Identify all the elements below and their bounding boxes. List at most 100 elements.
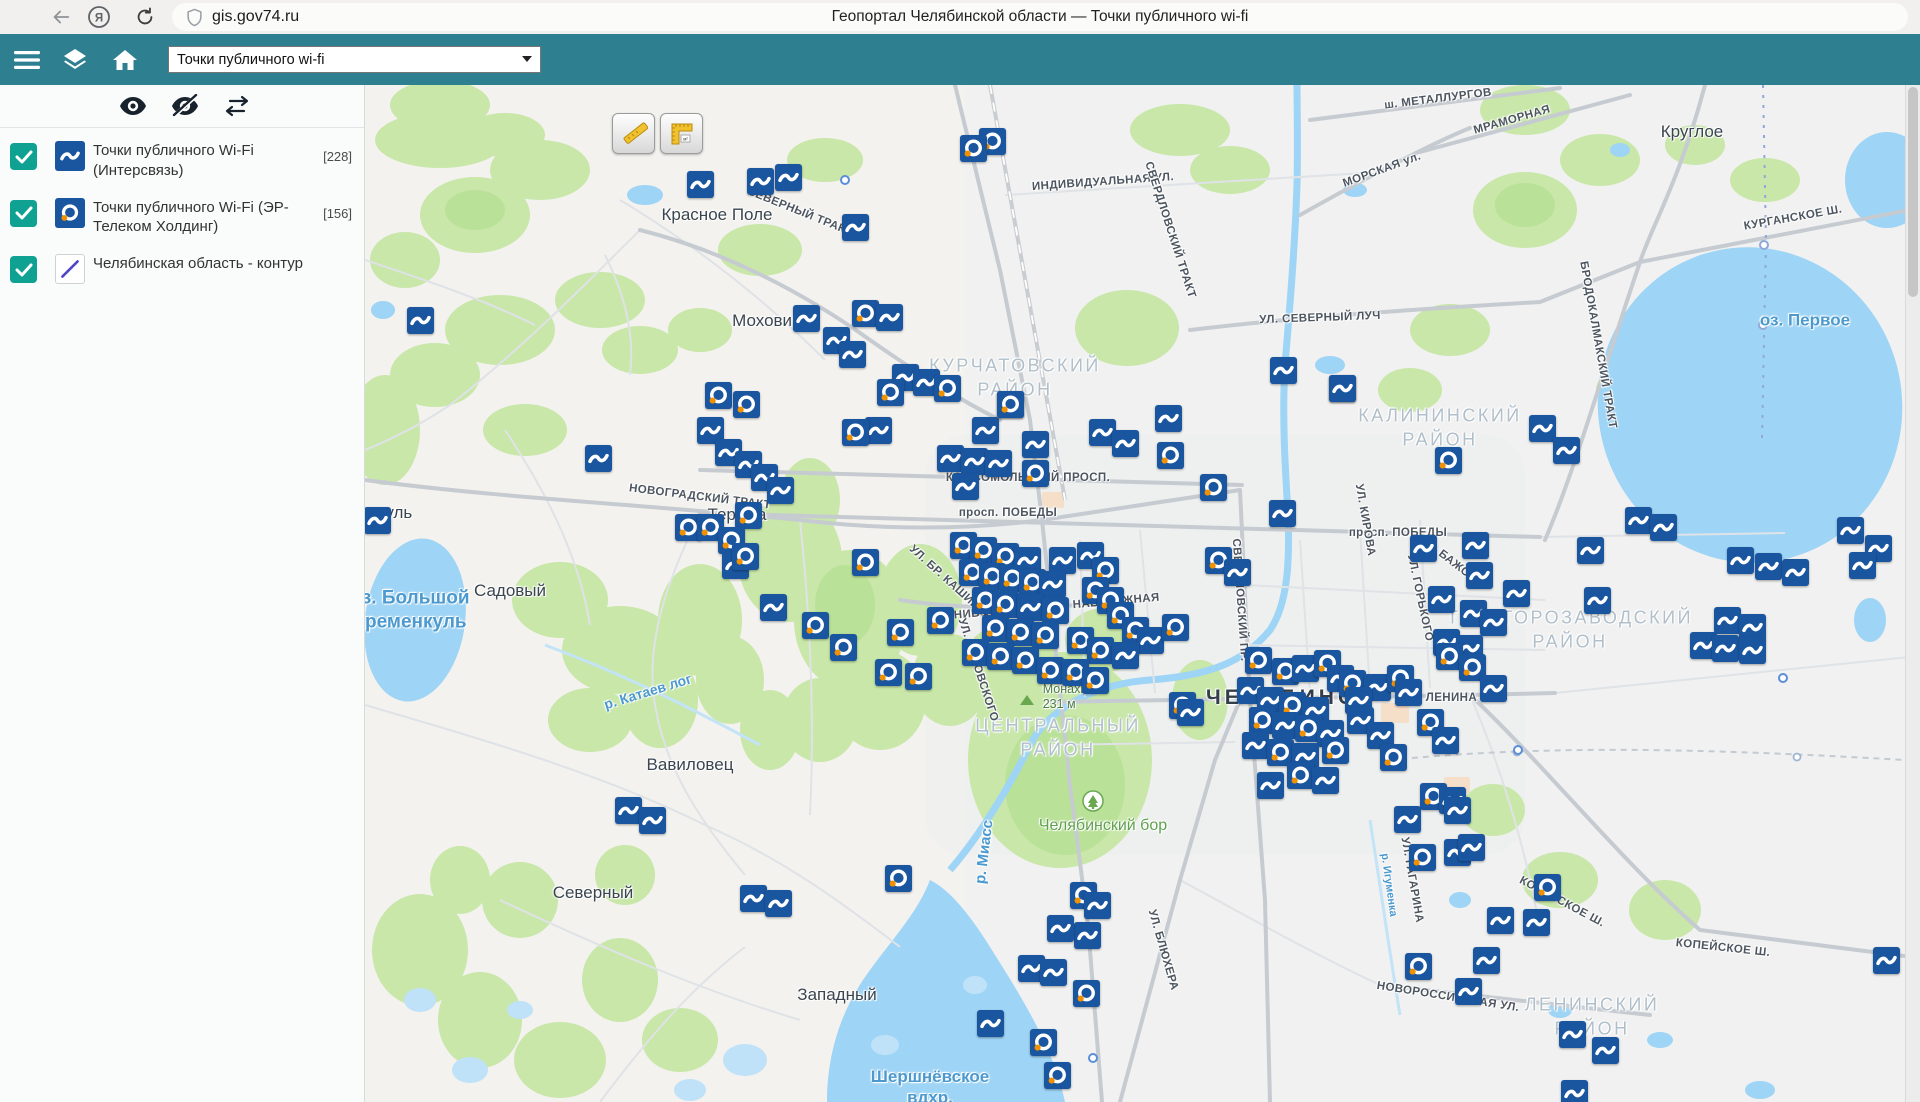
wifi-marker-intersvyaz[interactable] — [1837, 517, 1864, 544]
wifi-marker-intersvyaz[interactable] — [1503, 580, 1530, 607]
page-scrollbar[interactable] — [1905, 85, 1920, 1102]
wifi-marker-ertelecom[interactable] — [842, 419, 869, 446]
wifi-marker-ertelecom[interactable] — [877, 379, 904, 406]
wifi-marker-intersvyaz[interactable] — [1270, 357, 1297, 384]
wifi-marker-intersvyaz[interactable] — [961, 448, 988, 475]
wifi-marker-intersvyaz[interactable] — [1529, 415, 1556, 442]
wifi-marker-ertelecom[interactable] — [852, 549, 879, 576]
wifi-marker-ertelecom[interactable] — [735, 502, 762, 529]
wifi-marker-intersvyaz[interactable] — [615, 797, 642, 824]
wifi-marker-ertelecom[interactable] — [905, 663, 932, 690]
wifi-marker-intersvyaz[interactable] — [760, 594, 787, 621]
map-canvas[interactable]: Красное ПолеМоховичкиТеремаСадовыйВавило… — [365, 85, 1905, 1102]
wifi-marker-intersvyaz[interactable] — [1177, 699, 1204, 726]
wifi-marker-ertelecom[interactable] — [733, 391, 760, 418]
wifi-marker-intersvyaz[interactable] — [1480, 609, 1507, 636]
wifi-marker-intersvyaz[interactable] — [1084, 892, 1111, 919]
wifi-marker-ertelecom[interactable] — [1007, 619, 1034, 646]
wifi-marker-intersvyaz[interactable] — [1269, 500, 1296, 527]
wifi-marker-intersvyaz[interactable] — [407, 307, 434, 334]
wifi-marker-ertelecom[interactable] — [927, 607, 954, 634]
wifi-marker-ertelecom[interactable] — [1287, 762, 1314, 789]
wifi-marker-ertelecom[interactable] — [1042, 597, 1069, 624]
back-button[interactable] — [48, 4, 74, 30]
home-button[interactable] — [108, 45, 142, 75]
wifi-marker-intersvyaz[interactable] — [687, 171, 714, 198]
wifi-marker-intersvyaz[interactable] — [1561, 1080, 1588, 1102]
wifi-marker-intersvyaz[interactable] — [1155, 405, 1182, 432]
wifi-marker-ertelecom[interactable] — [1200, 474, 1227, 501]
wifi-marker-ertelecom[interactable] — [1030, 1029, 1057, 1056]
wifi-marker-intersvyaz[interactable] — [1257, 772, 1284, 799]
wifi-marker-intersvyaz[interactable] — [1112, 430, 1139, 457]
menu-button[interactable] — [10, 45, 44, 75]
wifi-marker-intersvyaz[interactable] — [1428, 586, 1455, 613]
wifi-marker-intersvyaz[interactable] — [740, 885, 767, 912]
wifi-marker-intersvyaz[interactable] — [1650, 514, 1677, 541]
map-layer-select[interactable]: Точки публичного wi-fi — [168, 46, 541, 73]
wifi-marker-intersvyaz[interactable] — [839, 341, 866, 368]
wifi-marker-intersvyaz[interactable] — [1577, 537, 1604, 564]
wifi-marker-intersvyaz[interactable] — [1047, 915, 1074, 942]
wifi-marker-intersvyaz[interactable] — [1455, 978, 1482, 1005]
wifi-marker-ertelecom[interactable] — [1073, 980, 1100, 1007]
wifi-marker-intersvyaz[interactable] — [1444, 797, 1471, 824]
wifi-marker-intersvyaz[interactable] — [842, 214, 869, 241]
wifi-marker-intersvyaz[interactable] — [775, 164, 802, 191]
wifi-marker-intersvyaz[interactable] — [1458, 834, 1485, 861]
wifi-marker-intersvyaz[interactable] — [1782, 559, 1809, 586]
wifi-marker-intersvyaz[interactable] — [639, 807, 666, 834]
wifi-marker-intersvyaz[interactable] — [1755, 553, 1782, 580]
wifi-marker-intersvyaz[interactable] — [985, 450, 1012, 477]
wifi-marker-intersvyaz[interactable] — [1714, 607, 1741, 634]
wifi-marker-intersvyaz[interactable] — [1466, 562, 1493, 589]
wifi-marker-ertelecom[interactable] — [1087, 637, 1114, 664]
layer-checkbox[interactable] — [10, 200, 37, 227]
wifi-marker-intersvyaz[interactable] — [1553, 437, 1580, 464]
wifi-marker-intersvyaz[interactable] — [1017, 594, 1044, 621]
wifi-marker-intersvyaz[interactable] — [952, 473, 979, 500]
wifi-marker-intersvyaz[interactable] — [1592, 1037, 1619, 1064]
wifi-marker-ertelecom[interactable] — [982, 615, 1009, 642]
hide-all-layers-button[interactable] — [170, 93, 200, 119]
wifi-marker-intersvyaz[interactable] — [1473, 947, 1500, 974]
wifi-marker-ertelecom[interactable] — [1157, 442, 1184, 469]
wifi-marker-ertelecom[interactable] — [1322, 737, 1349, 764]
wifi-marker-ertelecom[interactable] — [1044, 1062, 1071, 1089]
layer-row-region-contour[interactable]: Челябинская область - контур — [0, 241, 364, 288]
yandex-browser-icon[interactable]: Я — [86, 4, 112, 30]
wifi-marker-intersvyaz[interactable] — [365, 507, 391, 534]
wifi-marker-intersvyaz[interactable] — [1873, 947, 1900, 974]
wifi-marker-intersvyaz[interactable] — [865, 417, 892, 444]
wifi-marker-ertelecom[interactable] — [1245, 647, 1272, 674]
wifi-marker-intersvyaz[interactable] — [1224, 559, 1251, 586]
wifi-marker-intersvyaz[interactable] — [1394, 806, 1421, 833]
wifi-marker-ertelecom[interactable] — [1082, 667, 1109, 694]
wifi-marker-ertelecom[interactable] — [960, 135, 987, 162]
wifi-marker-intersvyaz[interactable] — [1480, 675, 1507, 702]
wifi-marker-ertelecom[interactable] — [885, 865, 912, 892]
wifi-marker-intersvyaz[interactable] — [1712, 635, 1739, 662]
wifi-marker-ertelecom[interactable] — [830, 634, 857, 661]
wifi-marker-ertelecom[interactable] — [1405, 953, 1432, 980]
wifi-marker-intersvyaz[interactable] — [937, 445, 964, 472]
wifi-marker-ertelecom[interactable] — [1032, 622, 1059, 649]
wifi-marker-ertelecom[interactable] — [987, 643, 1014, 670]
wifi-marker-intersvyaz[interactable] — [1625, 507, 1652, 534]
wifi-marker-intersvyaz[interactable] — [793, 305, 820, 332]
layers-button[interactable] — [58, 45, 92, 75]
wifi-marker-intersvyaz[interactable] — [1049, 547, 1076, 574]
wifi-marker-intersvyaz[interactable] — [1040, 959, 1067, 986]
wifi-marker-ertelecom[interactable] — [1037, 657, 1064, 684]
layer-checkbox[interactable] — [10, 256, 37, 283]
measure-distance-button[interactable] — [612, 113, 655, 154]
wifi-marker-ertelecom[interactable] — [934, 375, 961, 402]
wifi-marker-ertelecom[interactable] — [962, 639, 989, 666]
measure-area-button[interactable]: м² — [660, 113, 703, 154]
wifi-marker-ertelecom[interactable] — [1022, 460, 1049, 487]
wifi-marker-ertelecom[interactable] — [992, 591, 1019, 618]
layer-row-ertelecom[interactable]: Точки публичного Wi-Fi (ЭР-Телеком Холди… — [0, 185, 364, 242]
wifi-marker-intersvyaz[interactable] — [1312, 767, 1339, 794]
wifi-marker-ertelecom[interactable] — [732, 543, 759, 570]
wifi-marker-intersvyaz[interactable] — [1242, 732, 1269, 759]
